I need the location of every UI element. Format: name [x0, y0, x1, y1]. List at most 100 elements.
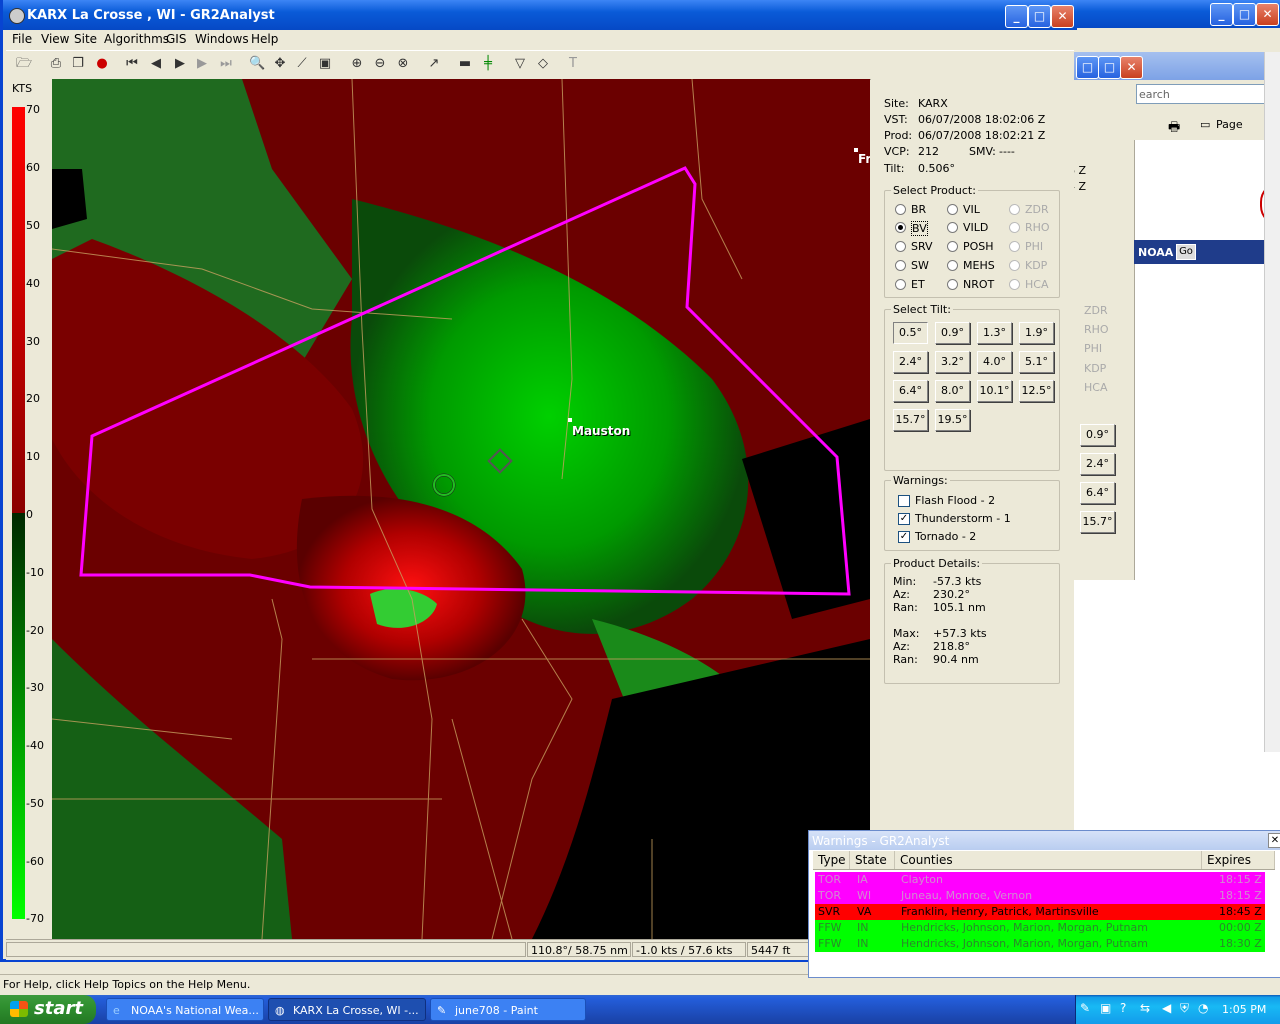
product-bv[interactable]: BV: [911, 221, 928, 236]
thunderstorm-label[interactable]: Thunderstorm - 1: [915, 512, 1011, 525]
radio-sw[interactable]: [895, 260, 906, 271]
menu-site[interactable]: Site: [74, 32, 97, 46]
bg-maximize-button[interactable]: □: [1233, 3, 1256, 26]
zoom-out-icon[interactable]: ⊖: [372, 56, 388, 72]
tilt-button-3-2[interactable]: 3.2°: [935, 351, 970, 373]
tilt-button-1-9[interactable]: 1.9°: [1019, 322, 1054, 344]
pen-icon[interactable]: ✎: [1080, 1001, 1090, 1015]
radio-bv[interactable]: [895, 222, 906, 233]
menu-view[interactable]: View: [41, 32, 69, 46]
tilt-button-15-7[interactable]: 15.7°: [893, 409, 928, 431]
help-icon[interactable]: ?: [1120, 1001, 1126, 1015]
color-table-icon[interactable]: ▬: [457, 56, 473, 72]
zoom-in-icon[interactable]: ⊕: [349, 56, 365, 72]
zoom-icon[interactable]: 🔍: [249, 56, 265, 72]
shield-icon[interactable]: ⛨: [1180, 1001, 1189, 1016]
warning-row[interactable]: FFW IN Hendricks, Johnson, Marion, Morga…: [815, 920, 1265, 936]
taskbar-item-paint[interactable]: ✎ june708 - Paint: [430, 998, 586, 1021]
radar-map[interactable]: Mauston Fr: [52, 79, 870, 939]
bg-minimize-button[interactable]: _: [1210, 3, 1233, 26]
zoom-reset-icon[interactable]: ⊗: [395, 56, 411, 72]
pan-icon[interactable]: ✥: [272, 56, 288, 72]
menu-algorithms[interactable]: Algorithms: [104, 32, 169, 46]
printer-icon[interactable]: 🖶: [1168, 118, 1180, 140]
back-icon[interactable]: ◀: [1162, 1001, 1171, 1015]
warning-row[interactable]: TOR WI Juneau, Monroe, Vernon 18:15 Z: [815, 888, 1265, 904]
col-counties[interactable]: Counties: [895, 851, 1202, 869]
thunderstorm-checkbox[interactable]: ✓: [898, 513, 910, 525]
taskbar-item-browser[interactable]: e NOAA's National Wea...: [106, 998, 264, 1021]
browser-search-box[interactable]: earch: [1136, 84, 1270, 104]
tilt-button-6-4[interactable]: 6.4°: [893, 380, 928, 402]
warning-row[interactable]: SVR VA Franklin, Henry, Patrick, Martins…: [815, 904, 1265, 920]
warning-row[interactable]: TOR IA Clayton 18:15 Z: [815, 872, 1265, 888]
tilt-button-0-9[interactable]: 0.9°: [935, 322, 970, 344]
tilt-button-4-0[interactable]: 4.0°: [977, 351, 1012, 373]
tilt-button-8-0[interactable]: 8.0°: [935, 380, 970, 402]
radio-srv[interactable]: [895, 241, 906, 252]
grid-icon[interactable]: ╪: [480, 56, 496, 72]
bg-close-button[interactable]: ✕: [1256, 3, 1279, 26]
warning-row[interactable]: FFW IN Hendricks, Johnson, Marion, Morga…: [815, 936, 1265, 952]
product-vil[interactable]: VIL: [963, 203, 980, 216]
measure-icon[interactable]: ⟋: [294, 56, 310, 72]
copy-icon[interactable]: ❐: [70, 56, 86, 72]
go-button[interactable]: Go: [1176, 244, 1196, 260]
product-et[interactable]: ET: [911, 278, 925, 291]
radio-br[interactable]: [895, 204, 906, 215]
layers-icon[interactable]: ▣: [317, 56, 333, 72]
maximize-button[interactable]: □: [1028, 5, 1051, 28]
col-expires[interactable]: Expires: [1202, 851, 1275, 869]
menu-file[interactable]: File: [12, 32, 32, 46]
tilt-button-19-5[interactable]: 19.5°: [935, 409, 970, 431]
tilt-button-2-4[interactable]: 2.4°: [893, 351, 928, 373]
first-frame-icon[interactable]: ⏮: [124, 56, 140, 72]
tilt-button-5-1[interactable]: 5.1°: [1019, 351, 1054, 373]
print-icon[interactable]: ⎙: [48, 56, 64, 72]
close-icon[interactable]: ✕: [1268, 833, 1280, 848]
minimize-button[interactable]: _: [1005, 5, 1028, 28]
last-frame-icon[interactable]: ⏭: [218, 56, 234, 72]
flash-flood-label[interactable]: Flash Flood - 2: [915, 494, 995, 507]
product-posh[interactable]: POSH: [963, 240, 994, 253]
product-sw[interactable]: SW: [911, 259, 929, 272]
browser-restore-button[interactable]: □: [1076, 56, 1099, 79]
open-folder-icon[interactable]: 🗁: [16, 56, 32, 72]
diamond-icon[interactable]: ◇: [535, 56, 551, 72]
radio-mehs[interactable]: [947, 260, 958, 271]
col-type[interactable]: Type: [813, 851, 850, 869]
menu-help[interactable]: Help: [251, 32, 278, 46]
text-tool-icon[interactable]: T: [565, 56, 581, 72]
tornado-checkbox[interactable]: ✓: [898, 531, 910, 543]
radio-posh[interactable]: [947, 241, 958, 252]
product-srv[interactable]: SRV: [911, 240, 933, 253]
taskbar-item-gr2analyst[interactable]: ◍ KARX La Crosse, WI -...: [268, 998, 426, 1021]
browser-close-button[interactable]: ✕: [1120, 56, 1143, 79]
product-mehs[interactable]: MEHS: [963, 259, 995, 272]
tilt-button-10-1[interactable]: 10.1°: [977, 380, 1012, 402]
close-button[interactable]: ✕: [1051, 5, 1074, 28]
play-icon[interactable]: ▶: [172, 56, 188, 72]
radio-vil[interactable]: [947, 204, 958, 215]
radio-nrot[interactable]: [947, 279, 958, 290]
previous-frame-icon[interactable]: ◀: [148, 56, 164, 72]
product-vild[interactable]: VILD: [963, 221, 988, 234]
speech-icon[interactable]: ◔: [1198, 1001, 1208, 1015]
start-button[interactable]: start: [0, 995, 96, 1024]
flash-flood-checkbox[interactable]: [898, 495, 910, 507]
tilt-button-1-3[interactable]: 1.3°: [977, 322, 1012, 344]
radio-et[interactable]: [895, 279, 906, 290]
menu-windows[interactable]: Windows: [195, 32, 249, 46]
tilt-button-12-5[interactable]: 12.5°: [1019, 380, 1054, 402]
product-nrot[interactable]: NROT: [963, 278, 994, 291]
menu-gis[interactable]: GIS: [166, 32, 186, 46]
next-frame-icon[interactable]: ▶: [194, 56, 210, 72]
tilt-button-0-5[interactable]: 0.5°: [893, 322, 928, 344]
tornado-label[interactable]: Tornado - 2: [915, 530, 976, 543]
col-state[interactable]: State: [850, 851, 895, 869]
browser-scrollbar[interactable]: [1264, 52, 1280, 752]
monitor-icon[interactable]: ▣: [1100, 1001, 1111, 1015]
browser-maximize-button[interactable]: □: [1098, 56, 1121, 79]
filter-icon[interactable]: ▽: [512, 56, 528, 72]
page-menu[interactable]: Page: [1216, 118, 1243, 131]
